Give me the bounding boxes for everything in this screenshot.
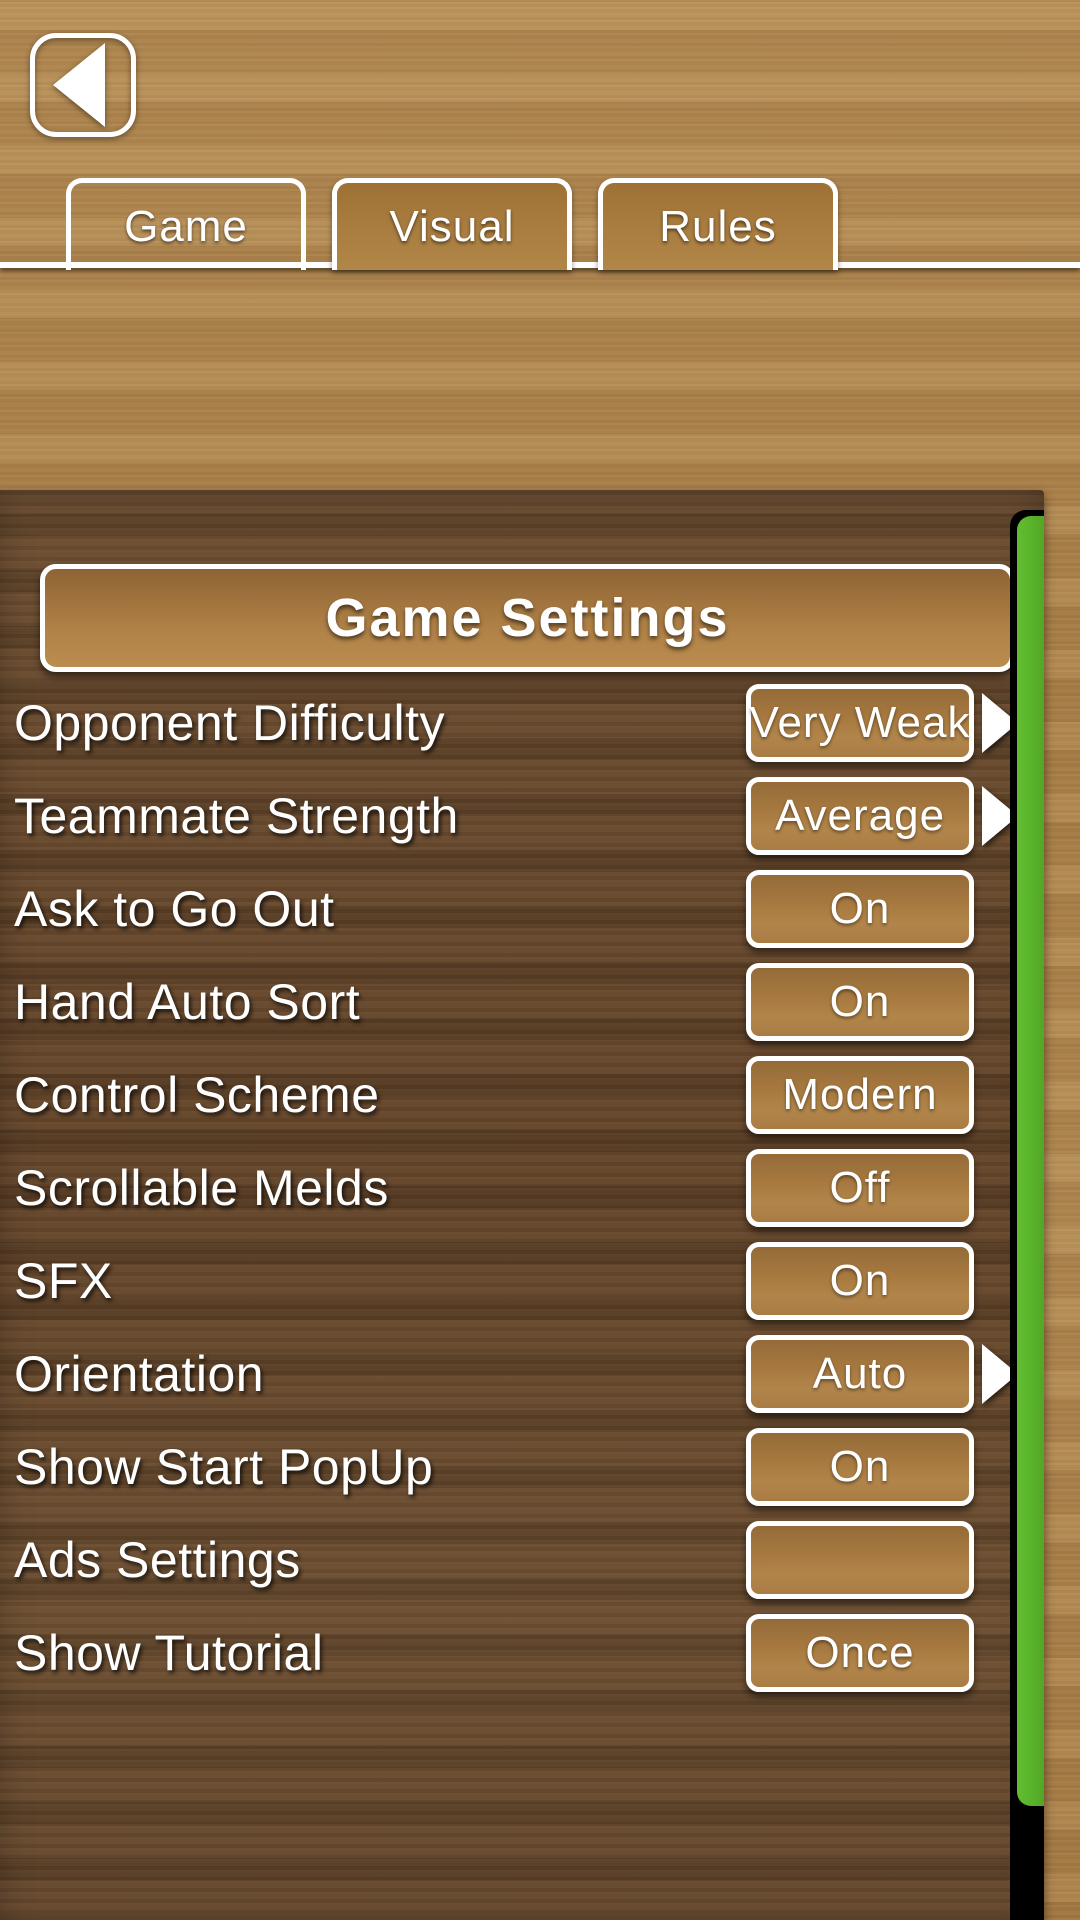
setting-value-button[interactable]: On xyxy=(746,1241,974,1320)
setting-label: Show Tutorial xyxy=(14,1624,324,1681)
setting-value-button[interactable]: Modern xyxy=(746,1055,974,1134)
setting-label: Opponent Difficulty xyxy=(14,694,446,751)
setting-label: Control Scheme xyxy=(14,1066,380,1123)
setting-value-button[interactable]: Auto xyxy=(746,1334,974,1413)
setting-value-group: On xyxy=(746,1427,1018,1506)
setting-value-group: On xyxy=(746,962,1018,1041)
setting-row: Hand Auto Sort On xyxy=(0,955,1044,1048)
setting-value-text: On xyxy=(829,976,891,1026)
settings-list: Opponent Difficulty Very Weak Teammate Str… xyxy=(0,676,1044,1699)
content-area: Game Settings Opponent Difficulty Very We… xyxy=(0,268,1080,1920)
setting-value-group: Off xyxy=(746,1148,1018,1227)
setting-value-text: Off xyxy=(829,1162,891,1212)
panel-header: Game Settings xyxy=(40,564,1015,672)
setting-row: Teammate Strength Average xyxy=(0,769,1044,862)
setting-value-group xyxy=(746,1520,1018,1599)
setting-value-text: On xyxy=(829,1255,891,1305)
setting-value-text: Once xyxy=(805,1627,915,1677)
setting-label: Scrollable Melds xyxy=(14,1159,389,1216)
tab-visual[interactable]: Visual xyxy=(332,178,572,270)
setting-value-button[interactable]: Off xyxy=(746,1148,974,1227)
setting-value-group: Once xyxy=(746,1613,1018,1692)
triangle-left-icon xyxy=(53,43,105,127)
setting-value-text: Auto xyxy=(812,1348,908,1398)
setting-value-group: Auto xyxy=(746,1334,1018,1413)
setting-value-button[interactable]: On xyxy=(746,962,974,1041)
settings-panel: Game Settings Opponent Difficulty Very We… xyxy=(0,490,1044,1920)
page-title: Game Settings xyxy=(325,588,730,648)
tab-rules[interactable]: Rules xyxy=(598,178,838,270)
setting-value-button[interactable]: On xyxy=(746,869,974,948)
tab-label: Rules xyxy=(659,201,777,251)
setting-value-button[interactable]: Once xyxy=(746,1613,974,1692)
tab-bar: Game Visual Rules xyxy=(0,172,1080,270)
back-button[interactable] xyxy=(30,33,136,137)
setting-label: Ask to Go Out xyxy=(14,880,335,937)
scrollbar-thumb[interactable] xyxy=(1017,516,1044,1806)
setting-value-button[interactable]: Very Weak xyxy=(746,683,974,762)
tab-label: Game xyxy=(124,201,248,251)
setting-value-text: Very Weak xyxy=(749,697,971,747)
setting-value-button[interactable]: Average xyxy=(746,776,974,855)
setting-row: Control Scheme Modern xyxy=(0,1048,1044,1141)
setting-label: Ads Settings xyxy=(14,1531,301,1588)
setting-value-text: Modern xyxy=(782,1069,938,1119)
setting-label: Teammate Strength xyxy=(14,787,459,844)
setting-label: Orientation xyxy=(14,1345,265,1402)
setting-row: Orientation Auto xyxy=(0,1327,1044,1420)
setting-row: Scrollable Melds Off xyxy=(0,1141,1044,1234)
setting-value-text: On xyxy=(829,1441,891,1491)
setting-value-text: Average xyxy=(774,790,946,840)
setting-value-group: On xyxy=(746,869,1018,948)
setting-value-group: Modern xyxy=(746,1055,1018,1134)
setting-value-group: On xyxy=(746,1241,1018,1320)
game-settings-screen: Game Visual Rules Game Settings Opponent D… xyxy=(0,0,1080,1920)
tab-game[interactable]: Game xyxy=(66,178,306,270)
setting-row: Show Tutorial Once xyxy=(0,1606,1044,1699)
tab-label: Visual xyxy=(389,201,515,251)
setting-row: SFX On xyxy=(0,1234,1044,1327)
setting-label: Hand Auto Sort xyxy=(14,973,361,1030)
setting-row: Ask to Go Out On xyxy=(0,862,1044,955)
setting-value-button[interactable] xyxy=(746,1520,974,1599)
setting-row: Ads Settings xyxy=(0,1513,1044,1606)
setting-value-text: On xyxy=(829,883,891,933)
setting-row: Opponent Difficulty Very Weak xyxy=(0,676,1044,769)
setting-label: Show Start PopUp xyxy=(14,1438,434,1495)
setting-label: SFX xyxy=(14,1252,113,1309)
setting-value-group: Average xyxy=(746,776,1018,855)
setting-value-group: Very Weak xyxy=(746,683,1018,762)
setting-row: Show Start PopUp On xyxy=(0,1420,1044,1513)
setting-value-button[interactable]: On xyxy=(746,1427,974,1506)
